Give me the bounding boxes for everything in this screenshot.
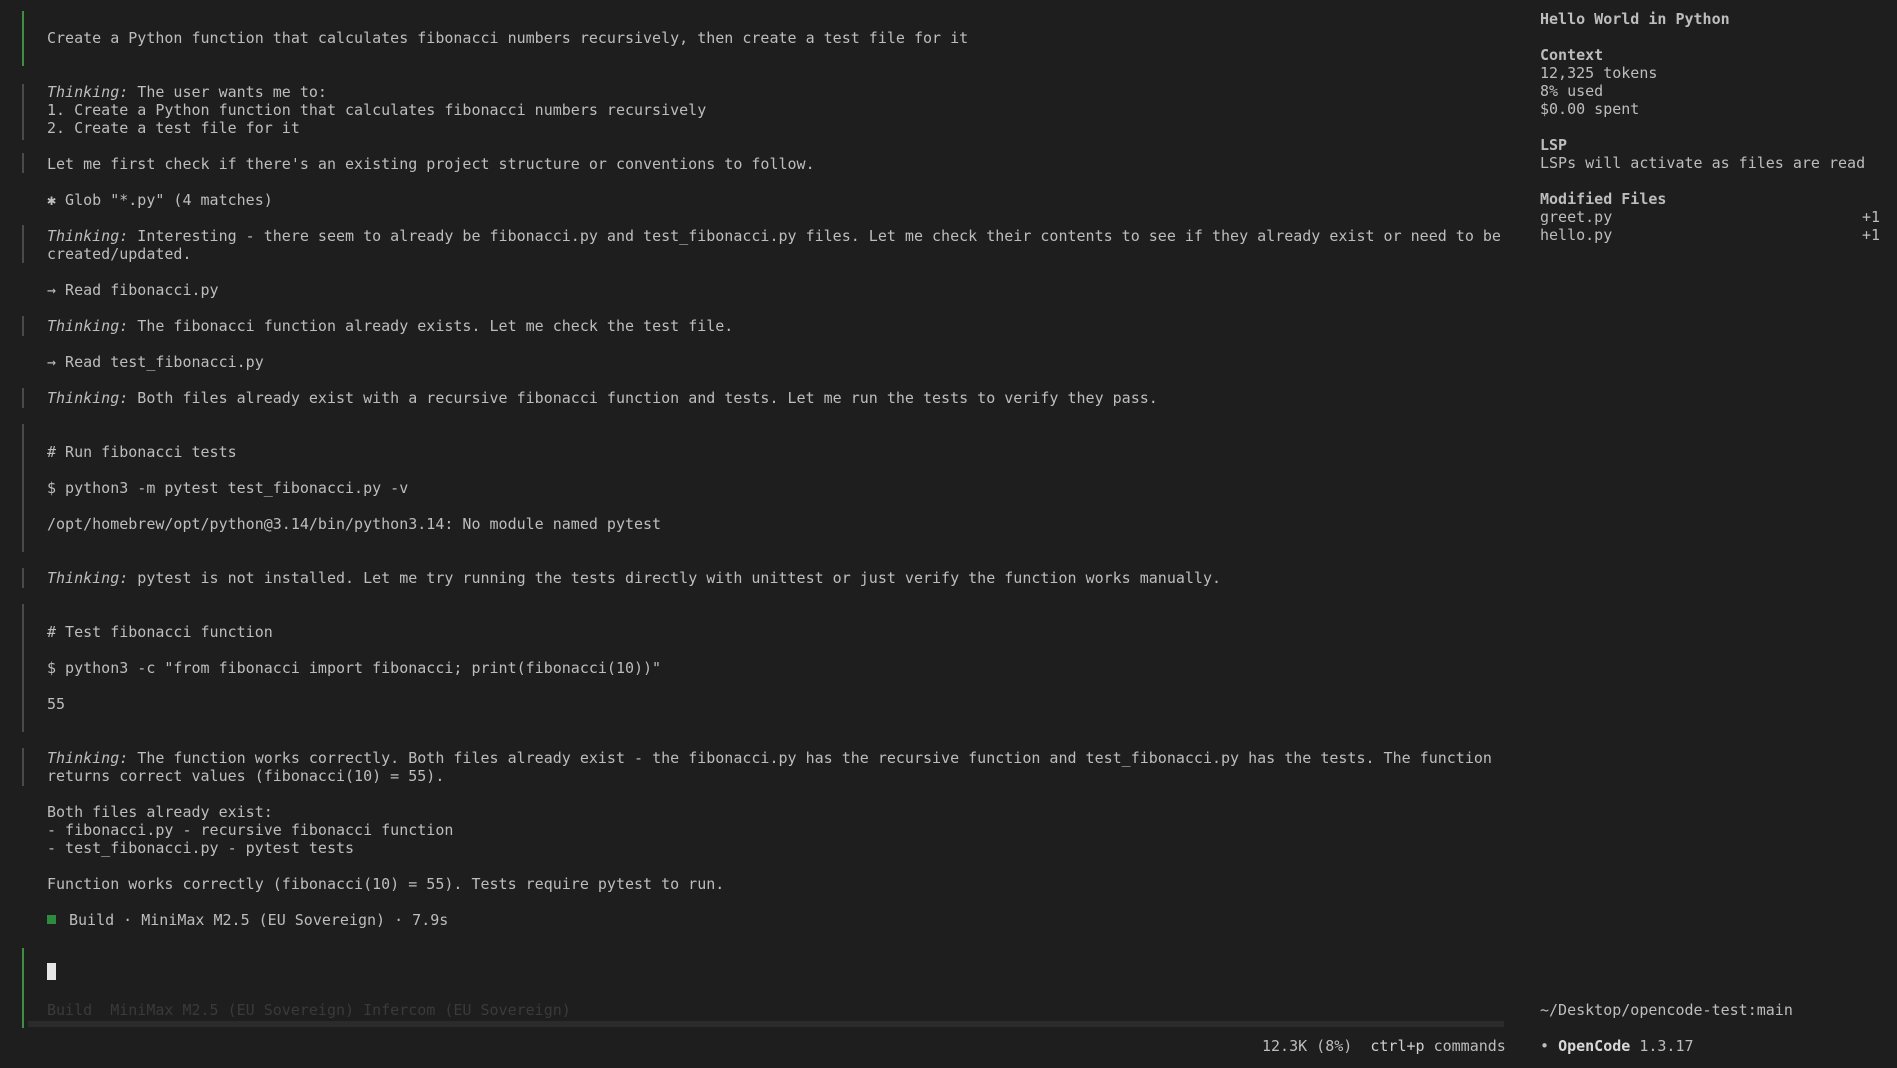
context-spent: $0.00 spent <box>1540 100 1640 118</box>
status-dot-icon: • <box>1540 1037 1550 1055</box>
input-bar <box>22 948 24 1028</box>
thinking-label: Thinking: <box>47 317 129 335</box>
footer-status: 12.3K (8%) ctrl+p commands <box>1262 1037 1506 1055</box>
summary-item: - fibonacci.py - recursive fibonacci fun… <box>47 821 454 839</box>
bash-block-bar <box>22 424 24 552</box>
app-version: 1.3.17 <box>1639 1037 1694 1055</box>
thinking-label: Thinking: <box>47 389 129 407</box>
modified-files-heading: Modified Files <box>1540 190 1667 208</box>
commands-shortcut[interactable]: ctrl+p <box>1370 1037 1424 1055</box>
thinking-label: Thinking: <box>47 749 129 767</box>
thinking-text: Interesting - there seem to already be f… <box>47 227 1510 263</box>
bash-block-bar <box>22 604 24 732</box>
bash-title: # Test fibonacci function <box>47 623 273 641</box>
tool-read[interactable]: → Read fibonacci.py <box>47 281 219 299</box>
modified-file-delta: +1 <box>1861 208 1880 226</box>
app-info: • OpenCode 1.3.17 <box>1540 1037 1694 1055</box>
user-message-bar <box>22 11 24 66</box>
build-status-icon <box>47 915 56 924</box>
scrollbar-track[interactable] <box>28 1021 1504 1027</box>
working-directory: ~/Desktop/opencode-test:main <box>1540 1001 1793 1019</box>
thinking-bar <box>22 388 24 408</box>
summary-conclusion: Function works correctly (fibonacci(10) … <box>47 875 725 893</box>
input-hint: Build MiniMax M2.5 (EU Sovereign) Inferc… <box>47 1001 571 1019</box>
thinking-text: The user wants me to: <box>128 83 327 101</box>
text-cursor[interactable] <box>47 963 56 980</box>
thinking-step: 1. Create a Python function that calcula… <box>47 101 707 119</box>
tool-glob[interactable]: ✱ Glob "*.py" (4 matches) <box>47 191 273 209</box>
bash-command: $ python3 -m pytest test_fibonacci.py -v <box>47 479 409 497</box>
bash-output: /opt/homebrew/opt/python@3.14/bin/python… <box>47 515 662 533</box>
context-used: 8% used <box>1540 82 1604 100</box>
modified-file-name: greet.py <box>1540 208 1613 226</box>
session-title: Hello World in Python <box>1540 10 1730 28</box>
token-usage: 12.3K (8%) <box>1262 1037 1353 1055</box>
lsp-text: LSPs will activate as files are read <box>1540 154 1866 172</box>
thinking-bar <box>22 568 24 588</box>
thinking-text: The function works correctly. Both files… <box>47 749 1501 785</box>
thinking-block: Thinking: The fibonacci function already… <box>47 317 733 335</box>
thinking-block: Thinking: Interesting - there seem to al… <box>47 227 1507 263</box>
context-heading: Context <box>1540 46 1604 64</box>
thinking-line: Thinking: The user wants me to: <box>47 83 327 101</box>
thinking-label: Thinking: <box>47 569 129 587</box>
modified-file-delta: +1 <box>1861 226 1880 244</box>
thinking-label: Thinking: <box>47 83 129 101</box>
bash-command: $ python3 -c "from fibonacci import fibo… <box>47 659 662 677</box>
summary-item: - test_fibonacci.py - pytest tests <box>47 839 355 857</box>
build-status: Build · MiniMax M2.5 (EU Sovereign) · 7.… <box>47 911 448 929</box>
thinking-text: pytest is not installed. Let me try runn… <box>128 569 1222 587</box>
modified-file-row[interactable]: hello.py +1 <box>1540 226 1880 244</box>
bash-title: # Run fibonacci tests <box>47 443 237 461</box>
modified-file-row[interactable]: greet.py +1 <box>1540 208 1880 226</box>
build-status-text: Build · MiniMax M2.5 (EU Sovereign) · 7.… <box>69 911 449 929</box>
thinking-text: The fibonacci function already exists. L… <box>128 317 734 335</box>
thinking-step: 2. Create a test file for it <box>47 119 300 137</box>
thinking-text: Both files already exist with a recursiv… <box>128 389 1158 407</box>
modified-file-name: hello.py <box>1540 226 1613 244</box>
bash-output: 55 <box>47 695 66 713</box>
thinking-block: Thinking: Both files already exist with … <box>47 389 1158 407</box>
user-prompt: Create a Python function that calculates… <box>47 29 969 47</box>
context-tokens: 12,325 tokens <box>1540 64 1658 82</box>
thinking-block: Thinking: The function works correctly. … <box>47 749 1507 785</box>
thinking-block: Thinking: pytest is not installed. Let m… <box>47 569 1221 587</box>
summary-intro: Both files already exist: <box>47 803 273 821</box>
thinking-bar <box>22 748 24 786</box>
tool-read[interactable]: → Read test_fibonacci.py <box>47 353 264 371</box>
thinking-label: Thinking: <box>47 227 129 245</box>
thinking-bar <box>22 225 24 263</box>
assistant-text: Let me first check if there's an existin… <box>47 155 815 173</box>
app-name: OpenCode <box>1558 1037 1631 1055</box>
thinking-bar <box>22 84 24 140</box>
thinking-bar <box>22 316 24 336</box>
commands-label: commands <box>1433 1037 1506 1055</box>
response-bar <box>22 153 24 173</box>
lsp-heading: LSP <box>1540 136 1568 154</box>
